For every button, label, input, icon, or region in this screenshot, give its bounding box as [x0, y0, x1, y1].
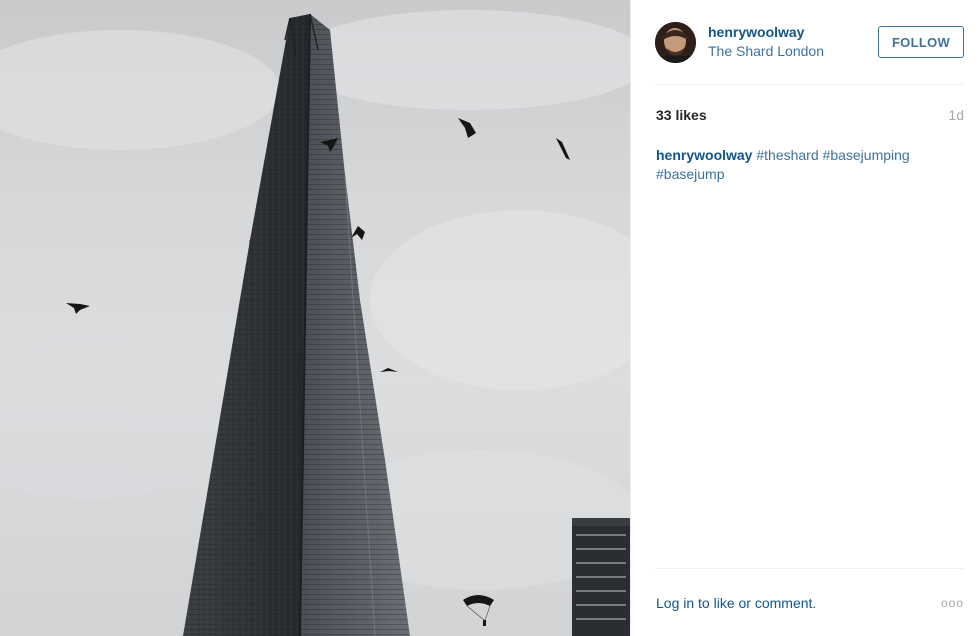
header-divider [655, 84, 964, 85]
post-header: henrywoolway The Shard London FOLLOW [631, 0, 980, 84]
footer-divider [655, 568, 964, 569]
likes-count[interactable]: 33 likes [656, 107, 707, 123]
avatar-image [655, 22, 696, 63]
caption-username[interactable]: henrywoolway [656, 147, 752, 163]
more-options-icon[interactable]: ooo [941, 596, 964, 610]
login-prompt[interactable]: Log in to like or comment. [656, 595, 816, 611]
location-link[interactable]: The Shard London [708, 43, 824, 59]
hashtag-theshard[interactable]: #theshard [756, 147, 818, 163]
hashtag-basejumping[interactable]: #basejumping [823, 147, 910, 163]
post-time[interactable]: 1d [948, 107, 964, 123]
username-link[interactable]: henrywoolway [708, 24, 804, 40]
post-photo [0, 0, 630, 636]
post-caption: henrywoolway #theshard #basejumping #bas… [656, 146, 956, 184]
user-avatar[interactable] [655, 22, 696, 63]
shard-photo-illustration [0, 10, 630, 636]
follow-button[interactable]: FOLLOW [878, 26, 964, 58]
post-sidebar: henrywoolway The Shard London FOLLOW 33 … [630, 0, 980, 636]
hashtag-basejump[interactable]: #basejump [656, 166, 725, 182]
